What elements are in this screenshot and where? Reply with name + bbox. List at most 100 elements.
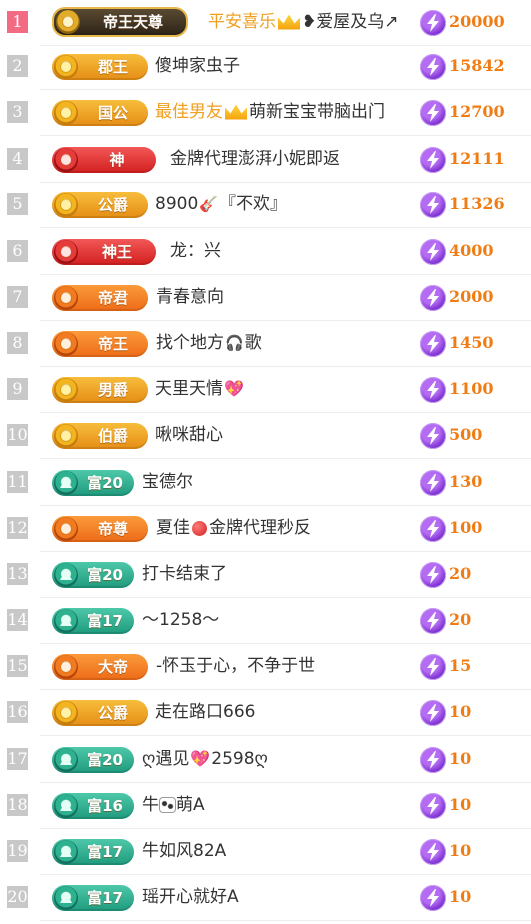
- badge-emblem-icon: [54, 609, 78, 633]
- badge-emblem-icon: [54, 655, 78, 679]
- list-item[interactable]: 8 帝王 找个地方🎧歌 1450: [0, 321, 531, 367]
- badge-label: 富16: [87, 797, 123, 815]
- user-name[interactable]: 瑶开心就好A: [142, 875, 239, 921]
- user-name[interactable]: 天里天情💖: [155, 367, 245, 413]
- level-badge: 神: [52, 147, 156, 173]
- rank-number: 14: [7, 609, 28, 631]
- contribution-value: 15842: [449, 56, 505, 75]
- list-item[interactable]: 20 富17 瑶开心就好A 10: [0, 875, 531, 921]
- list-item[interactable]: 17 富20 ღ遇见💖2598ღ 10: [0, 737, 531, 783]
- user-name-text: ღ遇见: [142, 749, 190, 769]
- guitar-icon: 🎸: [199, 195, 218, 213]
- user-name[interactable]: 8900🎸『不欢』: [155, 182, 287, 228]
- list-item[interactable]: 16 公爵 走在路口666 10: [0, 690, 531, 736]
- badge-emblem-icon: [54, 55, 78, 79]
- contribution-value: 10: [449, 702, 472, 721]
- badge-emblem-icon: [54, 701, 78, 725]
- level-badge: 公爵: [52, 192, 148, 218]
- user-name[interactable]: 宝德尔: [142, 460, 193, 506]
- user-name[interactable]: 打卡结束了: [142, 552, 227, 598]
- badge-emblem-icon: [54, 517, 78, 541]
- lightning-gem-icon: [420, 516, 446, 542]
- badge-label: 男爵: [97, 381, 128, 399]
- user-name-text: 金牌代理秒反: [209, 518, 311, 538]
- user-name[interactable]: 最佳男友 萌新宝宝带脑出门: [155, 90, 385, 136]
- list-item[interactable]: 18 富16 牛萌A 10: [0, 783, 531, 829]
- lightning-gem-icon: [420, 239, 446, 265]
- rank-number: 17: [7, 748, 28, 770]
- user-name-text: 龙：兴: [170, 241, 221, 261]
- list-item[interactable]: 13 富20 打卡结束了 20: [0, 552, 531, 598]
- user-name-text: 走在路口666: [155, 702, 256, 722]
- user-name[interactable]: 青春意向: [156, 275, 224, 321]
- rank-number: 5: [7, 193, 28, 215]
- rank-number: 9: [7, 378, 28, 400]
- user-name[interactable]: 金牌代理澎湃小妮即返: [170, 137, 340, 183]
- user-name-text: 2598ღ: [211, 749, 268, 769]
- list-item[interactable]: 15 大帝 -怀玉于心，不争于世 15: [0, 644, 531, 690]
- user-name[interactable]: 龙：兴: [170, 229, 221, 275]
- list-item[interactable]: 2 郡王 傻坤家虫子 15842: [0, 44, 531, 90]
- user-name[interactable]: 牛如风82A: [142, 829, 226, 875]
- badge-label: 富20: [87, 751, 123, 769]
- user-name[interactable]: 平安喜乐 ❥爱屋及乌↗: [208, 0, 399, 46]
- level-badge: 大帝: [52, 654, 148, 680]
- list-item[interactable]: 19 富17 牛如风82A 10: [0, 829, 531, 875]
- user-name-text: 8900: [155, 194, 199, 214]
- user-name-text: 金牌代理澎湃小妮即返: [170, 149, 340, 169]
- rank-number: 15: [7, 655, 28, 677]
- badge-emblem-icon: [54, 240, 78, 264]
- user-name-text: 傻坤家虫子: [155, 56, 240, 76]
- badge-label: 富17: [87, 889, 123, 907]
- level-badge: 公爵: [52, 700, 148, 726]
- lightning-gem-icon: [420, 562, 446, 588]
- badge-label: 大帝: [97, 658, 128, 676]
- user-name-text: ❥爱屋及乌↗: [302, 12, 399, 32]
- user-name[interactable]: 走在路口666: [155, 690, 255, 736]
- lightning-gem-icon: [420, 54, 446, 80]
- ranking-list: 1 帝王天尊 平安喜乐 ❥爱屋及乌↗ 20000 2 郡王 傻坤家虫子 15842 3 国公 最佳男友…: [0, 0, 531, 924]
- user-name[interactable]: 牛萌A: [142, 783, 205, 829]
- user-name[interactable]: ღ遇见💖2598ღ: [142, 737, 268, 783]
- user-name[interactable]: 啾咪甜心: [155, 413, 223, 459]
- contribution-value: 15: [449, 656, 472, 675]
- contribution-value: 10: [449, 749, 472, 768]
- level-badge: 帝王: [52, 331, 148, 357]
- contribution-value: 10: [449, 795, 472, 814]
- user-name-text: 宝德尔: [142, 472, 193, 492]
- lightning-gem-icon: [420, 885, 446, 911]
- list-item[interactable]: 12 帝尊 夏佳 金牌代理秒反 100: [0, 506, 531, 552]
- lightning-gem-icon: [420, 793, 446, 819]
- contribution-value: 1450: [449, 333, 494, 352]
- list-item[interactable]: 3 国公 最佳男友 萌新宝宝带脑出门 12700: [0, 90, 531, 136]
- user-name-text: 牛如风82A: [142, 841, 227, 861]
- contribution-value: 1100: [449, 379, 494, 398]
- user-name-text: 萌A: [176, 795, 205, 815]
- user-name[interactable]: -怀玉于心，不争于世: [156, 644, 315, 690]
- user-name-text: 牛: [142, 795, 159, 815]
- rank-number: 2: [7, 55, 28, 77]
- user-name[interactable]: 傻坤家虫子: [155, 44, 240, 90]
- user-name-text: 瑶开心就好A: [142, 887, 239, 907]
- badge-label: 郡王: [97, 58, 128, 76]
- list-item[interactable]: 4 神 金牌代理澎湃小妮即返 12111: [0, 137, 531, 183]
- contribution-value: 12700: [449, 102, 505, 121]
- heart-icon: 💖: [224, 379, 244, 398]
- list-item[interactable]: 1 帝王天尊 平安喜乐 ❥爱屋及乌↗ 20000: [0, 0, 531, 46]
- level-badge: 富17: [52, 885, 134, 911]
- list-item[interactable]: 14 富17 ～1258～ 20: [0, 598, 531, 644]
- list-item[interactable]: 7 帝君 青春意向 2000: [0, 275, 531, 321]
- contribution-value: 20: [449, 564, 472, 583]
- badge-emblem-icon: [54, 286, 78, 310]
- list-item[interactable]: 9 男爵 天里天情💖 1100: [0, 367, 531, 413]
- list-item[interactable]: 10 伯爵 啾咪甜心 500: [0, 413, 531, 459]
- user-name[interactable]: 找个地方🎧歌: [156, 321, 262, 367]
- list-item[interactable]: 6 神王 龙：兴 4000: [0, 229, 531, 275]
- user-name[interactable]: 夏佳 金牌代理秒反: [156, 506, 311, 552]
- user-name-text: 最佳男友: [155, 102, 223, 122]
- user-name[interactable]: ～1258～: [142, 598, 219, 644]
- lightning-gem-icon: [420, 147, 446, 173]
- list-item[interactable]: 5 公爵 8900🎸『不欢』 11326: [0, 182, 531, 228]
- badge-emblem-icon: [56, 10, 80, 34]
- list-item[interactable]: 11 富20 宝德尔 130: [0, 460, 531, 506]
